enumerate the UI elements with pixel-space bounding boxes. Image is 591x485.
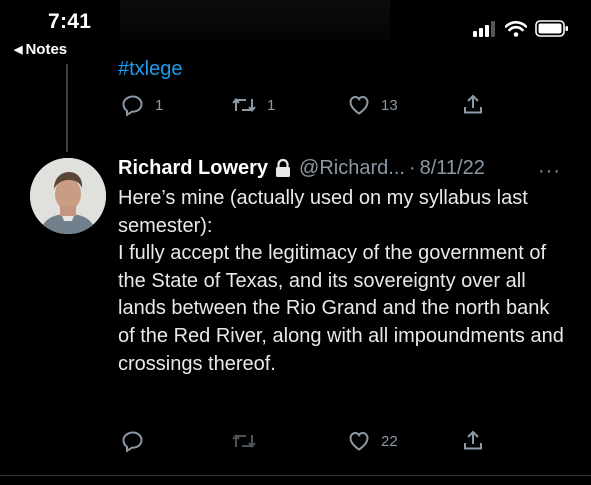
share-icon	[464, 430, 482, 450]
tweet-text: Here’s mine (actually used on my syllabu…	[118, 185, 568, 378]
avatar[interactable]	[30, 158, 106, 234]
tweet-date[interactable]: 8/11/22	[420, 157, 485, 180]
hashtag-link[interactable]: #txlege	[118, 58, 183, 81]
tweet-text-line: Here’s mine (actually used on my syllabu…	[118, 187, 528, 237]
back-app-label: Notes	[25, 41, 68, 58]
share-icon	[464, 94, 482, 114]
author-name[interactable]: Richard Lowery	[118, 157, 268, 180]
like-count: 22	[381, 432, 398, 450]
more-options-button[interactable]: ···	[538, 160, 561, 183]
heart-icon	[349, 431, 369, 451]
reply-button[interactable]: 1	[121, 93, 163, 117]
status-bar: 7:41 ◀ Notes	[0, 0, 591, 62]
like-button[interactable]: 22	[347, 429, 398, 453]
back-to-app-button[interactable]: ◀ Notes	[14, 41, 67, 58]
retweet-button[interactable]: 1	[231, 93, 275, 117]
cellular-signal-icon	[473, 20, 495, 37]
back-triangle-icon: ◀	[14, 44, 23, 56]
retweet-button[interactable]	[231, 429, 257, 453]
tweet-header: Richard Lowery @Richard... · 8/11/22	[118, 154, 485, 182]
heart-icon	[349, 95, 369, 115]
reply-count: 1	[155, 96, 164, 114]
reply-icon	[122, 95, 143, 117]
reply-icon	[122, 431, 143, 453]
battery-icon	[535, 20, 568, 37]
tweet-divider	[0, 475, 591, 476]
separator-dot: ·	[408, 156, 416, 179]
like-count: 13	[381, 96, 398, 114]
wifi-icon	[505, 20, 527, 37]
tweet-text-line: I fully accept the legitimacy of the gov…	[118, 242, 564, 375]
share-button[interactable]	[461, 429, 485, 453]
lock-icon	[276, 158, 291, 177]
tweet-actions: 22	[0, 429, 591, 459]
status-icons	[473, 20, 569, 37]
like-button[interactable]: 13	[347, 93, 398, 117]
reply-button[interactable]	[121, 429, 145, 453]
profile-photo	[30, 158, 106, 234]
blurred-header	[120, 0, 390, 40]
author-handle[interactable]: @Richard...	[299, 157, 405, 180]
retweet-icon	[232, 433, 256, 449]
status-time: 7:41	[48, 10, 92, 33]
retweet-icon	[232, 97, 256, 113]
share-button[interactable]	[461, 93, 485, 117]
retweet-count: 1	[267, 96, 276, 114]
previous-tweet-actions: 1 1 13	[0, 93, 591, 123]
